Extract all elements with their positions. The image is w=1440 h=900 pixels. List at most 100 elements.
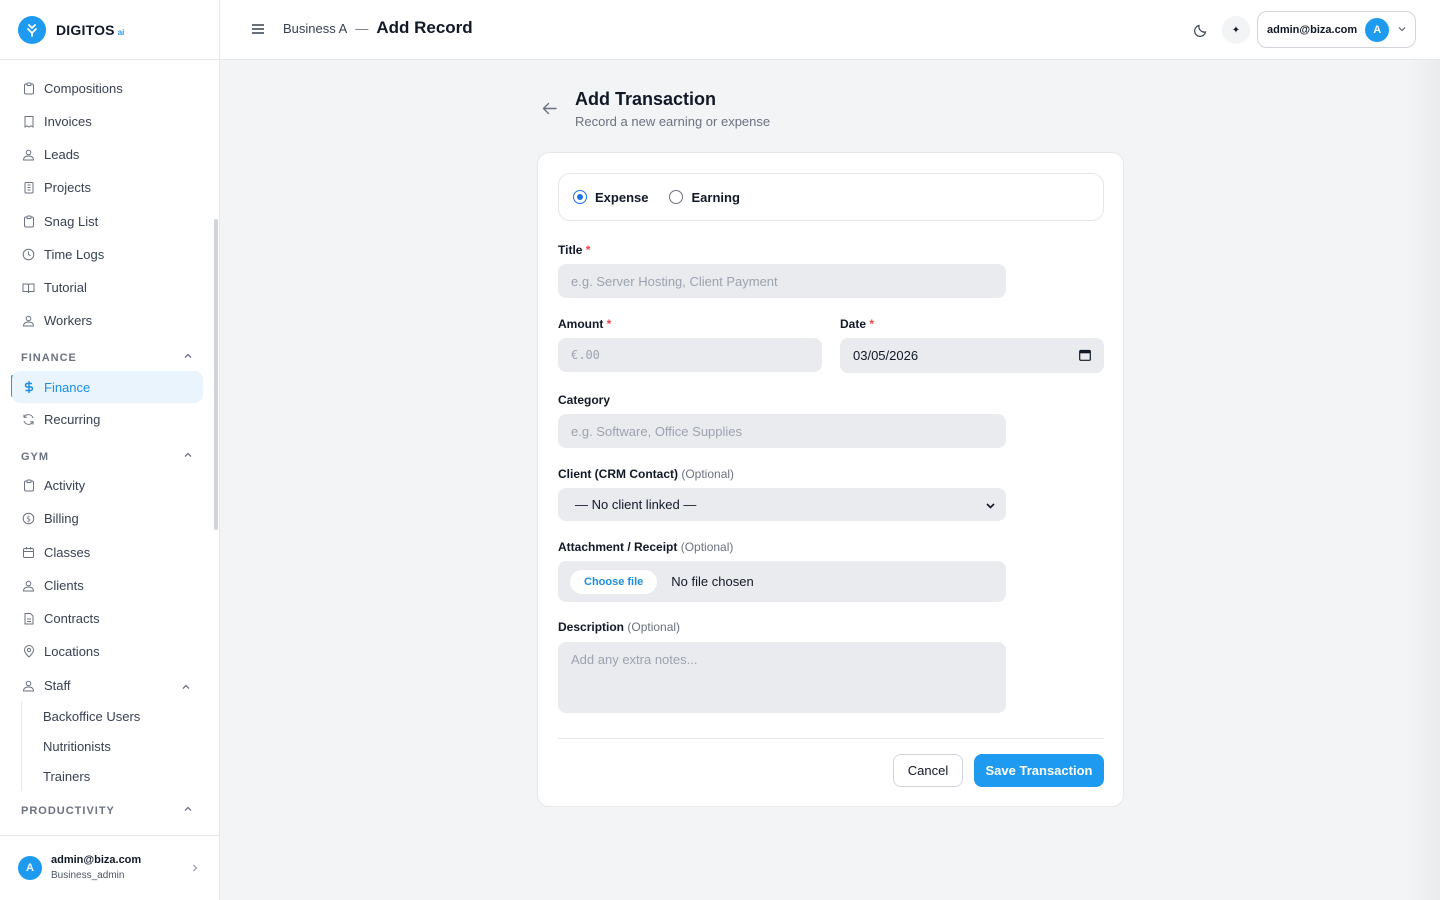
section-gym[interactable]: GYM bbox=[21, 450, 193, 463]
breadcrumb: Business A — Add Record bbox=[283, 18, 473, 38]
top-header: Business A — Add Record ✦ admin@biza.com… bbox=[220, 0, 1440, 60]
sidebar-item-label: Projects bbox=[44, 180, 91, 195]
users-icon bbox=[22, 679, 35, 692]
moon-icon[interactable] bbox=[1193, 22, 1209, 38]
attachment-label: Attachment / Receipt (Optional) bbox=[558, 540, 734, 554]
chevron-up-icon bbox=[181, 680, 191, 695]
sidebar-item-time-logs[interactable]: Time Logs bbox=[12, 239, 203, 270]
sidebar-item-invoices[interactable]: Invoices bbox=[12, 106, 203, 137]
sidebar: DIGITOS ai Compositions Invoices Leads P… bbox=[0, 0, 220, 900]
radio-checked-icon bbox=[573, 190, 587, 204]
radio-expense[interactable]: Expense bbox=[573, 190, 648, 205]
avatar: A bbox=[1365, 17, 1390, 42]
sidebar-item-label: Classes bbox=[44, 545, 91, 560]
date-input[interactable]: 03/05/2026 bbox=[840, 338, 1104, 373]
description-label: Description (Optional) bbox=[558, 620, 681, 634]
sidebar-item-label: Locations bbox=[44, 644, 100, 659]
sidebar-item-label: Time Logs bbox=[44, 247, 105, 262]
cancel-button[interactable]: Cancel bbox=[893, 754, 963, 787]
client-select[interactable]: — No client linked — bbox=[558, 488, 1006, 521]
sidebar-item-label: Staff bbox=[44, 678, 71, 693]
sidebar-item-contracts[interactable]: Contracts bbox=[12, 603, 203, 634]
sidebar-item-billing[interactable]: $ Billing bbox=[12, 503, 203, 534]
breadcrumb-separator: — bbox=[355, 20, 369, 36]
sidebar-item-label: Finance bbox=[44, 379, 91, 395]
sidebar-item-staff[interactable]: Staff bbox=[12, 670, 203, 701]
save-transaction-button[interactable]: Save Transaction bbox=[974, 754, 1104, 787]
avatar: A bbox=[18, 856, 42, 880]
sidebar-item-projects[interactable]: Projects bbox=[12, 172, 203, 203]
sidebar-item-label: Recurring bbox=[44, 412, 101, 427]
title-placeholder: e.g. Server Hosting, Client Payment bbox=[571, 273, 778, 289]
category-input[interactable]: e.g. Software, Office Supplies bbox=[558, 414, 1006, 448]
title-label: Title * bbox=[558, 243, 591, 257]
sidebar-item-activity[interactable]: Activity bbox=[12, 470, 203, 501]
sparkle-icon: ✦ bbox=[1231, 24, 1241, 36]
amount-input[interactable]: €.00 bbox=[558, 338, 822, 372]
sidebar-user-footer[interactable]: A admin@biza.com Business_admin bbox=[0, 835, 219, 900]
sidebar-item-leads[interactable]: Leads bbox=[12, 139, 203, 170]
description-textarea[interactable]: Add any extra notes... bbox=[558, 642, 1006, 713]
sidebar-item-workers[interactable]: Workers bbox=[12, 305, 203, 336]
sidebar-subitem-nutritionists[interactable]: Nutritionists bbox=[43, 739, 111, 754]
sidebar-item-label: Billing bbox=[44, 511, 79, 526]
radio-label: Expense bbox=[595, 189, 649, 205]
page-title: Add Transaction bbox=[575, 89, 717, 109]
sidebar-item-recurring[interactable]: Recurring bbox=[12, 404, 203, 435]
document-icon bbox=[22, 612, 35, 625]
sidebar-item-snag-list[interactable]: Snag List bbox=[12, 206, 203, 237]
calendar-icon bbox=[22, 546, 35, 559]
book-icon bbox=[22, 281, 35, 294]
dollar-icon bbox=[22, 381, 35, 394]
sidebar-item-label: Snag List bbox=[44, 214, 99, 229]
amount-placeholder: €.00 bbox=[571, 348, 600, 362]
chevron-down-icon bbox=[1397, 22, 1407, 37]
calendar-icon[interactable] bbox=[1079, 349, 1091, 361]
file-status: No file chosen bbox=[671, 574, 754, 589]
brand-logo-icon bbox=[18, 15, 46, 44]
transaction-type-selector: Expense Earning bbox=[558, 173, 1104, 221]
sidebar-item-label: Contracts bbox=[44, 611, 100, 626]
choose-file-button[interactable]: Choose file bbox=[570, 569, 658, 594]
clock-icon bbox=[22, 248, 35, 261]
sidebar-item-classes[interactable]: Classes bbox=[12, 537, 203, 568]
category-placeholder: e.g. Software, Office Supplies bbox=[571, 423, 743, 439]
page-subtitle: Record a new earning or expense bbox=[575, 114, 771, 129]
sidebar-subitem-backoffice-users[interactable]: Backoffice Users bbox=[43, 709, 140, 724]
sidebar-scrollbar[interactable] bbox=[214, 219, 218, 530]
sidebar-item-finance[interactable]: Finance bbox=[12, 371, 203, 403]
section-productivity[interactable]: PRODUCTIVITY bbox=[21, 804, 193, 817]
breadcrumb-parent[interactable]: Business A bbox=[283, 21, 347, 36]
sidebar-item-tutorial[interactable]: Tutorial bbox=[12, 272, 203, 303]
client-select-value: — No client linked — bbox=[575, 497, 697, 512]
footer-role: Business_admin bbox=[51, 870, 125, 881]
sidebar-item-clients[interactable]: Clients bbox=[12, 570, 203, 601]
category-label: Category bbox=[558, 393, 611, 407]
sidebar-item-label: Leads bbox=[44, 147, 80, 162]
receipt-icon bbox=[22, 115, 35, 128]
users-icon bbox=[22, 148, 35, 161]
client-label: Client (CRM Contact) (Optional) bbox=[558, 467, 735, 481]
sidebar-item-compositions[interactable]: Compositions bbox=[12, 73, 203, 104]
sparkle-button[interactable]: ✦ bbox=[1222, 16, 1250, 44]
menu-icon[interactable] bbox=[251, 22, 265, 36]
back-arrow-icon[interactable] bbox=[541, 100, 558, 117]
refresh-icon bbox=[22, 413, 35, 426]
section-finance[interactable]: FINANCE bbox=[21, 351, 193, 364]
sidebar-item-label: Tutorial bbox=[44, 280, 87, 295]
submenu-line bbox=[21, 701, 22, 791]
chevron-right-icon bbox=[191, 861, 199, 876]
title-input[interactable]: e.g. Server Hosting, Client Payment bbox=[558, 264, 1006, 298]
map-pin-icon bbox=[22, 645, 35, 658]
radio-unchecked-icon bbox=[669, 190, 684, 204]
attachment-input[interactable]: Choose file No file chosen bbox=[558, 561, 1006, 602]
sidebar-item-locations[interactable]: Locations bbox=[12, 636, 203, 667]
sidebar-subitem-trainers[interactable]: Trainers bbox=[43, 769, 90, 784]
brand[interactable]: DIGITOS ai bbox=[0, 0, 219, 60]
radio-earning[interactable]: Earning bbox=[669, 190, 740, 205]
user-menu[interactable]: admin@biza.com A bbox=[1257, 11, 1416, 48]
clipboard-icon bbox=[22, 82, 35, 95]
svg-text:$: $ bbox=[26, 514, 31, 523]
sidebar-item-label: Workers bbox=[44, 313, 93, 328]
chevron-up-icon bbox=[183, 450, 193, 463]
